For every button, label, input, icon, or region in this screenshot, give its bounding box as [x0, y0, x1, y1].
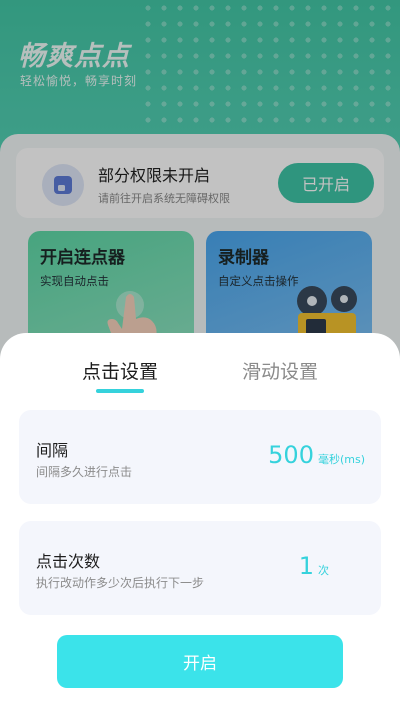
- interval-value-group[interactable]: 500 毫秒(ms): [268, 441, 365, 469]
- active-tab-indicator: [96, 389, 144, 393]
- start-button[interactable]: 开启: [57, 635, 343, 688]
- interval-value[interactable]: 500: [268, 441, 314, 469]
- settings-sheet: 点击设置 滑动设置 间隔 间隔多久进行点击 500 毫秒(ms) 点击次数 执行…: [0, 333, 400, 711]
- interval-setting-card[interactable]: 间隔 间隔多久进行点击 500 毫秒(ms): [19, 410, 381, 504]
- interval-unit: 毫秒(ms): [317, 453, 365, 466]
- interval-title: 间隔: [36, 441, 69, 460]
- click-count-setting-card[interactable]: 点击次数 执行改动作多少次后执行下一步 1 次: [19, 521, 381, 615]
- tab-swipe-settings[interactable]: 滑动设置: [215, 357, 345, 385]
- click-count-unit: 次: [318, 564, 329, 577]
- click-count-value-group[interactable]: 1 次: [299, 552, 329, 580]
- click-count-title: 点击次数: [36, 552, 101, 571]
- interval-desc: 间隔多久进行点击: [36, 465, 133, 479]
- click-count-value[interactable]: 1: [299, 552, 314, 580]
- click-count-desc: 执行改动作多少次后执行下一步: [36, 576, 205, 590]
- tab-click-settings[interactable]: 点击设置: [55, 357, 185, 385]
